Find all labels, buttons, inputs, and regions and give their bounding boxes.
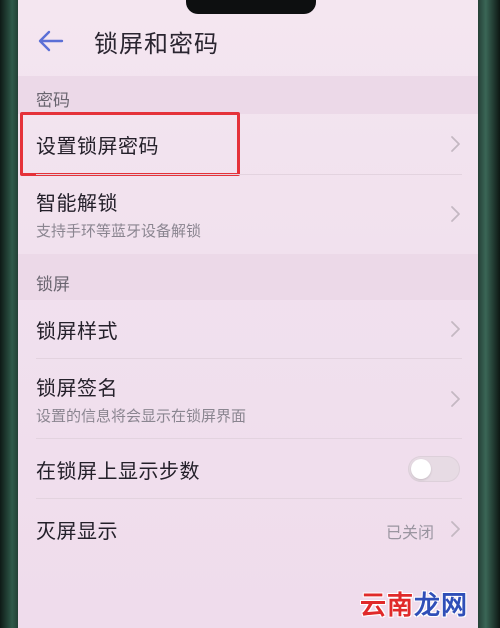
back-button[interactable] — [34, 24, 68, 58]
phone-screen: 锁屏和密码 密码 设置锁屏密码 智能解锁 支持手环等蓝牙设备解锁 锁屏 锁屏样式 — [18, 0, 478, 628]
app-header: 锁屏和密码 — [18, 18, 478, 64]
watermark-part2: 龙网 — [413, 591, 468, 621]
item-title: 锁屏样式 — [36, 318, 118, 343]
divider — [36, 174, 462, 175]
item-text: 灭屏显示 — [36, 515, 118, 544]
section-header-band — [18, 254, 478, 300]
camera-notch — [186, 0, 316, 14]
screen-off-display-item[interactable]: 灭屏显示 已关闭 — [18, 500, 476, 558]
section-header-band — [18, 76, 478, 114]
watermark-part1: 云南 — [359, 591, 414, 621]
item-subtitle: 支持手环等蓝牙设备解锁 — [36, 222, 202, 240]
highlight-annotation-box — [20, 112, 240, 176]
lockscreen-signature-item[interactable]: 锁屏签名 设置的信息将会显示在锁屏界面 — [18, 360, 476, 438]
chevron-right-icon — [451, 391, 460, 407]
page-title: 锁屏和密码 — [94, 29, 219, 58]
item-text: 锁屏签名 设置的信息将会显示在锁屏界面 — [36, 372, 246, 426]
lockscreen-style-item[interactable]: 锁屏样式 — [18, 300, 476, 358]
chevron-right-icon — [451, 321, 460, 337]
item-title: 智能解锁 — [36, 191, 118, 215]
toggle-knob — [411, 459, 431, 479]
section-label-password: 密码 — [36, 91, 70, 111]
item-text: 锁屏样式 — [36, 315, 118, 344]
arrow-left-icon — [38, 30, 64, 52]
section-label-lockscreen: 锁屏 — [36, 275, 70, 295]
item-title: 锁屏签名 — [36, 376, 118, 400]
item-text: 智能解锁 支持手环等蓝牙设备解锁 — [36, 187, 201, 241]
chevron-right-icon — [451, 206, 460, 222]
chevron-right-icon — [451, 136, 460, 152]
screen-off-display-value: 已关闭 — [385, 523, 434, 542]
divider — [36, 498, 462, 499]
divider — [36, 438, 462, 439]
smart-unlock-item[interactable]: 智能解锁 支持手环等蓝牙设备解锁 — [18, 176, 476, 252]
item-text: 在锁屏上显示步数 — [36, 455, 200, 484]
divider — [36, 358, 462, 359]
show-steps-item: 在锁屏上显示步数 — [18, 440, 476, 498]
chevron-right-icon — [451, 521, 460, 537]
item-title: 在锁屏上显示步数 — [36, 458, 200, 483]
show-steps-toggle[interactable] — [408, 456, 460, 482]
site-watermark: 云南 龙网 — [360, 585, 468, 622]
item-title: 灭屏显示 — [36, 518, 118, 543]
item-subtitle: 设置的信息将会显示在锁屏界面 — [36, 407, 247, 425]
